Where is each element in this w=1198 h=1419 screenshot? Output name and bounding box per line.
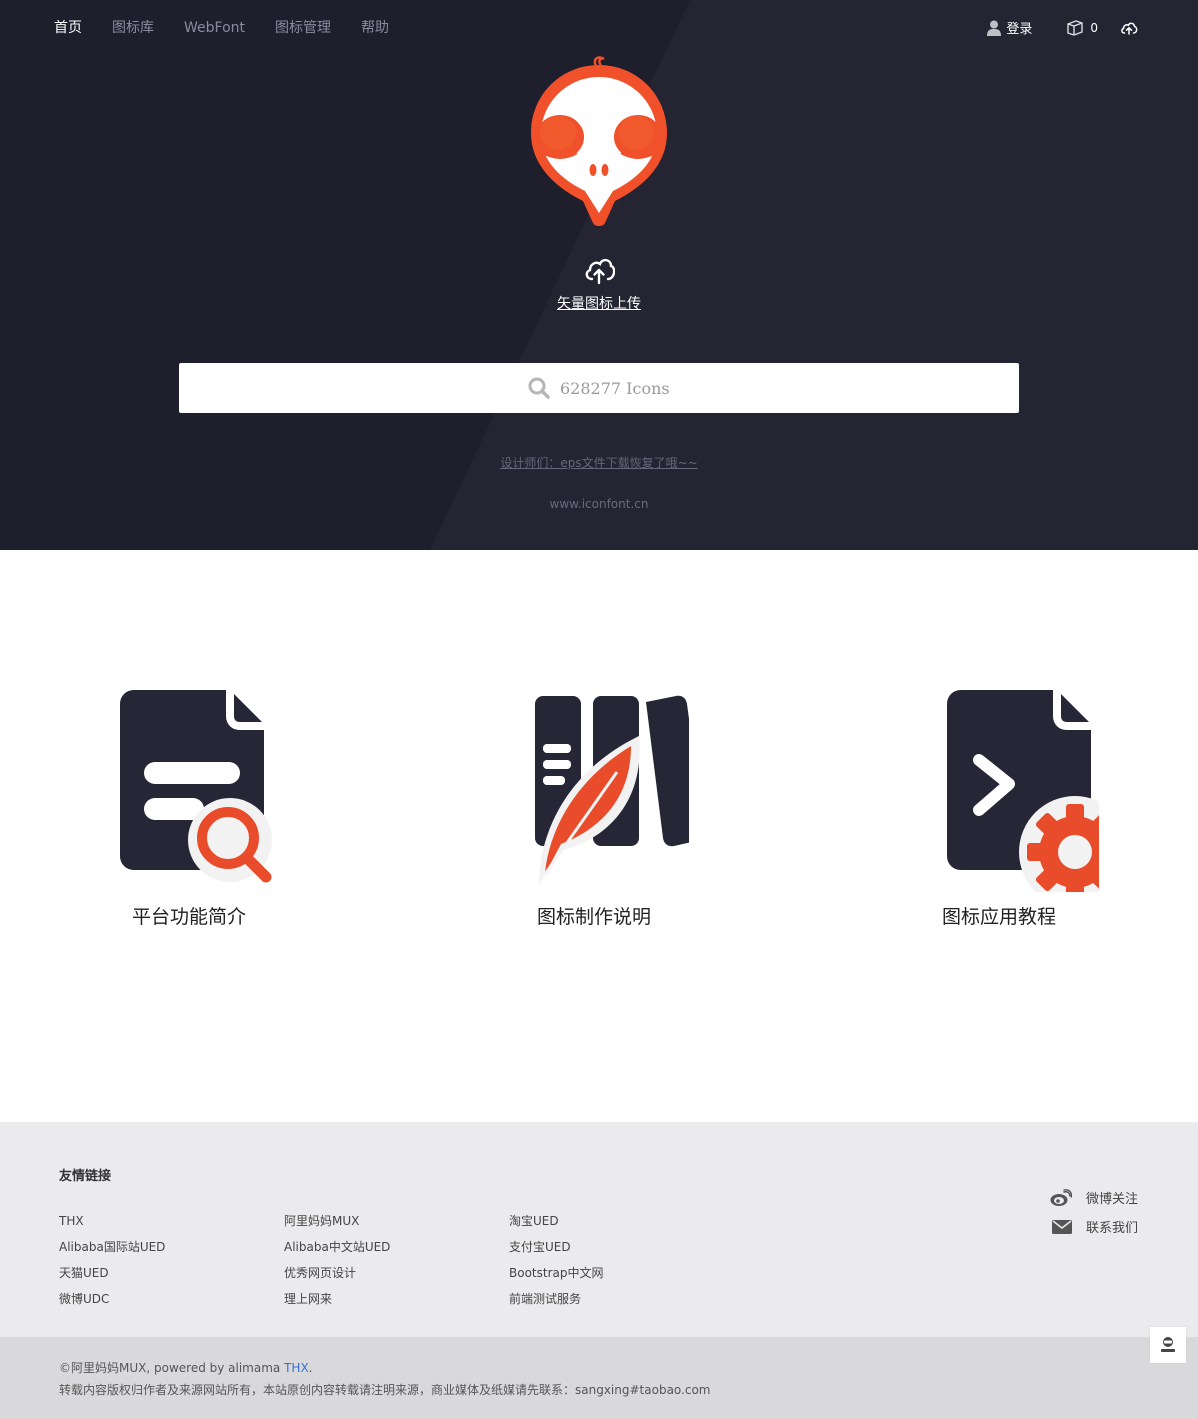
cloud-upload-icon <box>1121 22 1138 35</box>
box-icon <box>1067 19 1084 36</box>
feature-icon-guide[interactable]: 图标制作说明 <box>474 680 714 929</box>
features-section: 平台功能简介 图标制作说明 图标应用教程 <box>0 550 1198 1122</box>
footer-link[interactable]: 天猫UED <box>59 1264 284 1282</box>
nav-item-webfont[interactable]: WebFont <box>184 18 245 38</box>
friend-links-heading: 友情链接 <box>59 1169 112 1184</box>
footer-link[interactable]: 微博UDC <box>59 1290 284 1308</box>
footer-link[interactable]: Bootstrap中文网 <box>509 1264 734 1282</box>
code-document-gear-icon <box>947 690 1099 892</box>
eps-notice-link[interactable]: 设计师们：eps文件下载恢复了哦~~ <box>0 454 1198 471</box>
feature-platform-intro[interactable]: 平台功能简介 <box>69 680 309 929</box>
upload-nav-button[interactable] <box>1120 21 1138 35</box>
friend-links: THX 阿里妈妈MUX 淘宝UED Alibaba国际站UED Alibaba中… <box>59 1212 734 1308</box>
feature-icon-tutorial[interactable]: 图标应用教程 <box>879 680 1119 929</box>
footer-link[interactable]: 前端测试服务 <box>509 1290 734 1308</box>
footer-link[interactable]: 理上网来 <box>284 1290 509 1308</box>
mail-icon <box>1051 1219 1072 1234</box>
books-feather-icon <box>535 695 689 886</box>
footer-link[interactable]: THX <box>59 1212 284 1230</box>
copyright-text: ©阿里妈妈MUX, powered by alimama <box>59 1361 285 1375</box>
footer-link[interactable]: 支付宝UED <box>509 1238 734 1256</box>
hero-section: 首页 图标库 WebFont 图标管理 帮助 登录 0 矢量图标上传 62827… <box>0 0 1198 550</box>
feedback-button[interactable] <box>1150 1327 1186 1363</box>
feature-title[interactable]: 平台功能简介 <box>69 902 309 929</box>
nav-item-help[interactable]: 帮助 <box>361 18 389 38</box>
feature-title[interactable]: 图标应用教程 <box>879 902 1119 929</box>
reprint-notice: 转载内容版权归作者及来源网站所有，本站原创内容转载请注明来源，商业媒体及纸媒请先… <box>59 1383 711 1397</box>
nav-item-icon-library[interactable]: 图标库 <box>112 18 154 38</box>
iconfont-logo <box>531 56 667 226</box>
weibo-icon <box>1050 1188 1072 1206</box>
search-input[interactable] <box>560 378 670 398</box>
cart-button[interactable]: 0 <box>1066 19 1098 36</box>
footer-link[interactable]: 优秀网页设计 <box>284 1264 509 1282</box>
site-domain: www.iconfont.cn <box>549 497 649 511</box>
customer-service-icon <box>1161 1337 1175 1352</box>
footer-link[interactable]: Alibaba国际站UED <box>59 1238 284 1256</box>
footer: 友情链接 THX 阿里妈妈MUX 淘宝UED Alibaba国际站UED Ali… <box>0 1122 1198 1337</box>
footer-link[interactable]: 阿里妈妈MUX <box>284 1212 509 1230</box>
nav-item-icon-management[interactable]: 图标管理 <box>275 18 331 38</box>
vector-upload[interactable]: 矢量图标上传 <box>0 255 1198 313</box>
login-button[interactable]: 登录 <box>987 18 1032 37</box>
social-links: 微博关注 联系我们 <box>1050 1188 1138 1246</box>
document-search-icon <box>120 690 272 883</box>
footer-link[interactable]: Alibaba中文站UED <box>284 1238 509 1256</box>
copyright-period: . <box>308 1361 313 1375</box>
search-icon[interactable] <box>528 377 550 399</box>
cart-count: 0 <box>1090 20 1098 35</box>
contact-us-label: 联系我们 <box>1085 1221 1138 1236</box>
nav-item-home[interactable]: 首页 <box>54 18 82 38</box>
user-icon <box>987 20 1002 36</box>
search-bar[interactable] <box>179 363 1019 413</box>
user-nav: 登录 0 <box>965 18 1138 37</box>
footer-link[interactable]: 淘宝UED <box>509 1212 734 1230</box>
weibo-follow-link[interactable]: 微博关注 <box>1050 1188 1138 1207</box>
weibo-follow-label: 微博关注 <box>1085 1192 1138 1207</box>
main-nav: 首页 图标库 WebFont 图标管理 帮助 <box>54 18 419 38</box>
copyright-bar: ©阿里妈妈MUX, powered by alimama THX. 转载内容版权… <box>0 1337 1198 1419</box>
copyright-line: ©阿里妈妈MUX, powered by alimama THX. <box>59 1359 313 1376</box>
cloud-upload-icon <box>585 258 615 285</box>
contact-us-link[interactable]: 联系我们 <box>1050 1217 1138 1236</box>
login-label: 登录 <box>1006 22 1033 37</box>
feature-title[interactable]: 图标制作说明 <box>474 902 714 929</box>
vector-upload-label[interactable]: 矢量图标上传 <box>0 293 1198 313</box>
thx-link[interactable]: THX <box>284 1361 309 1375</box>
